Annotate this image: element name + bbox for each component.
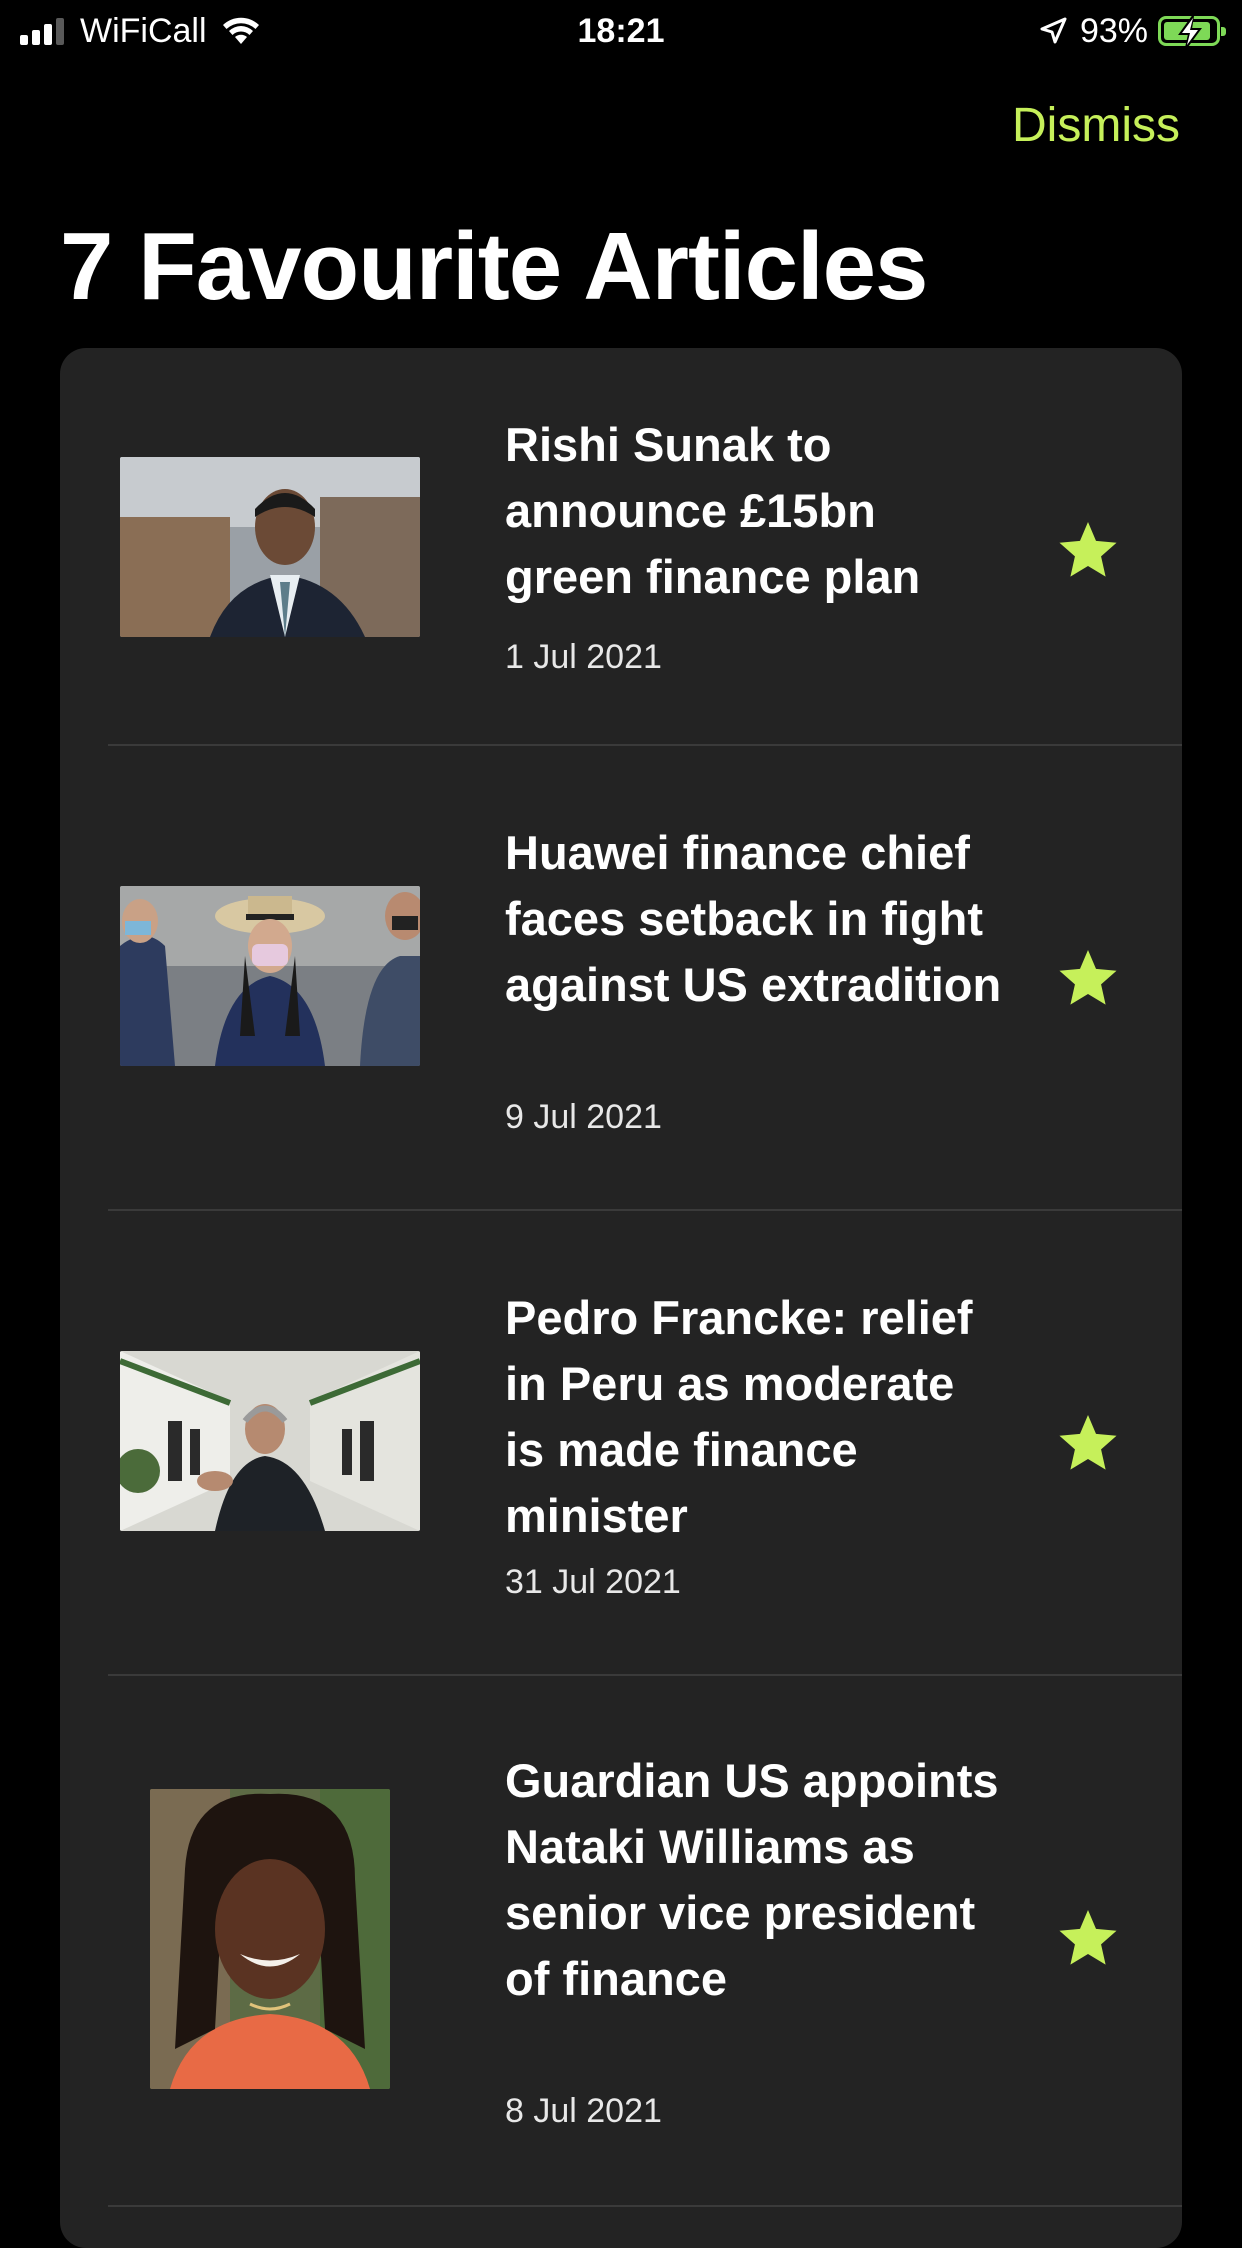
page-title: 7 Favourite Articles	[60, 213, 928, 320]
dismiss-button[interactable]: Dismiss	[1012, 98, 1180, 153]
divider	[108, 2205, 1182, 2207]
battery-percentage: 93%	[1079, 11, 1148, 50]
article-thumbnail	[150, 1789, 390, 2089]
article-thumbnail	[120, 1351, 420, 1531]
article-thumbnail	[120, 457, 420, 637]
article-title: Huawei finance chief faces setback in fi…	[505, 826, 1002, 1011]
list-item[interactable]: Pedro Francke: relief in Peru as moderat…	[60, 1211, 1182, 1676]
article-title: Rishi Sunak to announce £15bn green fina…	[505, 418, 921, 603]
status-right: 93%	[1038, 10, 1226, 52]
article-date: 9 Jul 2021	[505, 1098, 662, 1136]
article-title: Guardian US appoints Nataki Williams as …	[505, 1754, 999, 2005]
list-item[interactable]: Rishi Sunak to announce £15bn green fina…	[60, 348, 1182, 746]
list-item[interactable]: Guardian US appoints Nataki Williams as …	[60, 1676, 1182, 2207]
article-thumbnail	[120, 886, 420, 1066]
star-filled-icon[interactable]	[1056, 518, 1120, 582]
star-filled-icon[interactable]	[1056, 946, 1120, 1010]
status-bar: WiFiCall 18:21 93%	[0, 0, 1242, 62]
favourites-list: Rishi Sunak to announce £15bn green fina…	[60, 348, 1182, 2248]
article-date: 8 Jul 2021	[505, 2092, 662, 2130]
article-date: 31 Jul 2021	[505, 1563, 681, 1601]
star-filled-icon[interactable]	[1056, 1411, 1120, 1475]
battery-icon	[1158, 15, 1226, 49]
star-filled-icon[interactable]	[1056, 1906, 1120, 1970]
location-arrow-icon	[1040, 17, 1067, 44]
article-date: 1 Jul 2021	[505, 638, 662, 676]
article-title: Pedro Francke: relief in Peru as moderat…	[505, 1291, 973, 1542]
list-item[interactable]: Huawei finance chief faces setback in fi…	[60, 746, 1182, 1211]
